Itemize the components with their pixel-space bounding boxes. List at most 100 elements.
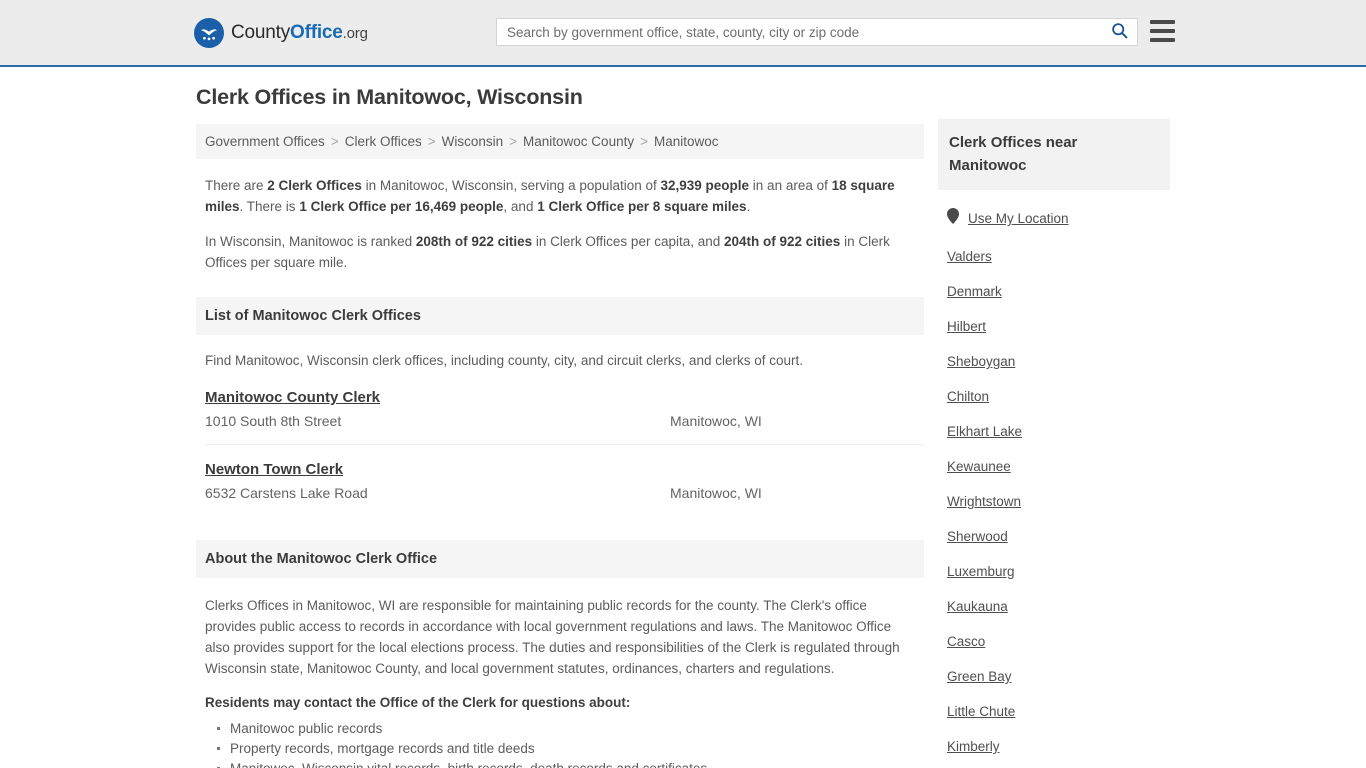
breadcrumb-item-clerk-offices[interactable]: Clerk Offices bbox=[345, 134, 422, 149]
sidebar-item-label: Green Bay bbox=[947, 669, 1012, 684]
sidebar-item-sheboygan[interactable]: Sheboygan bbox=[938, 344, 1170, 379]
intro-bold-per-area: 1 Clerk Office per 8 square miles bbox=[537, 199, 747, 214]
about-bullet-list: Manitowoc public records Property record… bbox=[205, 719, 924, 768]
sidebar-item-label: Sheboygan bbox=[947, 354, 1016, 369]
sidebar-item-label: Little Chute bbox=[947, 704, 1016, 719]
office-list: Manitowoc County Clerk 1010 South 8th St… bbox=[205, 389, 924, 516]
intro-bold-office-count: 2 Clerk Offices bbox=[267, 178, 362, 193]
table-row: Manitowoc County Clerk 1010 South 8th St… bbox=[205, 389, 924, 445]
intro-text: In Wisconsin, Manitowoc is ranked bbox=[205, 234, 416, 249]
sidebar-item-label: Elkhart Lake bbox=[947, 424, 1023, 439]
sidebar-item-chilton[interactable]: Chilton bbox=[938, 379, 1170, 414]
breadcrumb-separator: > bbox=[427, 134, 436, 149]
sidebar-item-label: Casco bbox=[947, 634, 986, 649]
sidebar-item-label: Valders bbox=[947, 249, 992, 264]
intro-text: in an area of bbox=[749, 178, 832, 193]
section-header-list: List of Manitowoc Clerk Offices bbox=[196, 297, 924, 335]
sidebar-nearby-links: Use My Location Valders Denmark Hilbert … bbox=[938, 198, 1170, 764]
intro-bold-per-people: 1 Clerk Office per 16,469 people bbox=[299, 199, 504, 214]
sidebar-item-label: Kaukauna bbox=[947, 599, 1008, 614]
site-header: CountyOffice.org bbox=[0, 0, 1366, 67]
intro-bold-population: 32,939 people bbox=[660, 178, 750, 193]
office-name-link[interactable]: Manitowoc County Clerk bbox=[205, 389, 380, 406]
about-paragraph: Clerks Offices in Manitowoc, WI are resp… bbox=[205, 598, 900, 676]
office-address: 1010 South 8th Street bbox=[205, 413, 342, 429]
breadcrumb: Government Offices > Clerk Offices > Wis… bbox=[196, 124, 924, 159]
office-name-link[interactable]: Newton Town Clerk bbox=[205, 461, 343, 478]
breadcrumb-item-manitowoc[interactable]: Manitowoc bbox=[654, 134, 719, 149]
sidebar-item-label: Hilbert bbox=[947, 319, 987, 334]
sidebar-item-label: Kewaunee bbox=[947, 459, 1011, 474]
sidebar-item-little-chute[interactable]: Little Chute bbox=[938, 694, 1170, 729]
sidebar-item-wrightstown[interactable]: Wrightstown bbox=[938, 484, 1170, 519]
about-section-body: Clerks Offices in Manitowoc, WI are resp… bbox=[205, 595, 924, 768]
office-details: 1010 South 8th Street Manitowoc, WI bbox=[205, 413, 924, 429]
search-button[interactable] bbox=[1101, 19, 1137, 45]
intro-text: , and bbox=[503, 199, 538, 214]
sidebar-item-elkhart-lake[interactable]: Elkhart Lake bbox=[938, 414, 1170, 449]
intro-text: There are bbox=[205, 178, 268, 193]
hamburger-bar bbox=[1150, 20, 1175, 24]
about-subheading: Residents may contact the Office of the … bbox=[205, 695, 631, 710]
sidebar: Clerk Offices near Manitowoc Use My Loca… bbox=[938, 119, 1170, 764]
sidebar-item-denmark[interactable]: Denmark bbox=[938, 274, 1170, 309]
intro-bold-rank-area: 204th of 922 cities bbox=[724, 234, 841, 249]
sidebar-item-label: Kimberly bbox=[947, 739, 1000, 754]
sidebar-item-sherwood[interactable]: Sherwood bbox=[938, 519, 1170, 554]
logo-office-text: Office bbox=[290, 21, 343, 43]
search-icon bbox=[1111, 22, 1128, 42]
sidebar-item-hilbert[interactable]: Hilbert bbox=[938, 309, 1170, 344]
office-city-state: Manitowoc, WI bbox=[670, 413, 762, 429]
eagle-stars-seal-icon bbox=[194, 17, 224, 48]
sidebar-item-kimberly[interactable]: Kimberly bbox=[938, 729, 1170, 764]
intro-paragraph-stats: There are 2 Clerk Offices in Manitowoc, … bbox=[205, 175, 920, 217]
sidebar-item-label: Chilton bbox=[947, 389, 990, 404]
logo-org-text: .org bbox=[342, 24, 368, 42]
intro-text: in Manitowoc, Wisconsin, serving a popul… bbox=[361, 178, 661, 193]
sidebar-item-kewaunee[interactable]: Kewaunee bbox=[938, 449, 1170, 484]
intro-text: . There is bbox=[239, 199, 300, 214]
sidebar-item-label: Wrightstown bbox=[947, 494, 1022, 509]
breadcrumb-separator: > bbox=[509, 134, 518, 149]
list-section-body: Find Manitowoc, Wisconsin clerk offices,… bbox=[205, 351, 924, 516]
breadcrumb-item-manitowoc-county[interactable]: Manitowoc County bbox=[523, 134, 634, 149]
intro-bold-rank-capita: 208th of 922 cities bbox=[415, 234, 533, 249]
office-address: 6532 Carstens Lake Road bbox=[205, 485, 368, 501]
intro-paragraph-ranking: In Wisconsin, Manitowoc is ranked 208th … bbox=[205, 231, 920, 273]
office-details: 6532 Carstens Lake Road Manitowoc, WI bbox=[205, 485, 924, 501]
sidebar-item-casco[interactable]: Casco bbox=[938, 624, 1170, 659]
intro-text: . bbox=[746, 199, 751, 214]
section-header-about: About the Manitowoc Clerk Office bbox=[196, 540, 924, 578]
logo-wordmark: CountyOffice.org bbox=[231, 22, 368, 44]
use-my-location-label: Use My Location bbox=[968, 211, 1069, 226]
intro-text: in Clerk Offices per capita, and bbox=[532, 234, 724, 249]
map-pin-icon bbox=[947, 208, 959, 229]
hamburger-menu-icon[interactable] bbox=[1150, 20, 1175, 42]
site-logo[interactable]: CountyOffice.org bbox=[194, 17, 368, 48]
list-item: Property records, mortgage records and t… bbox=[217, 739, 924, 759]
sidebar-item-use-my-location[interactable]: Use My Location bbox=[938, 198, 1170, 239]
sidebar-item-label: Sherwood bbox=[947, 529, 1008, 544]
search-input[interactable] bbox=[497, 19, 1101, 45]
sidebar-item-luxemburg[interactable]: Luxemburg bbox=[938, 554, 1170, 589]
sidebar-item-valders[interactable]: Valders bbox=[938, 239, 1170, 274]
logo-county-text: County bbox=[231, 21, 291, 43]
sidebar-item-label: Denmark bbox=[947, 284, 1002, 299]
office-city-state: Manitowoc, WI bbox=[670, 485, 762, 501]
list-item: Manitowoc, Wisconsin vital records, birt… bbox=[217, 759, 924, 768]
sidebar-heading: Clerk Offices near Manitowoc bbox=[938, 119, 1170, 190]
breadcrumb-separator: > bbox=[640, 134, 648, 149]
search-bar bbox=[496, 18, 1138, 46]
breadcrumb-item-government-offices[interactable]: Government Offices bbox=[205, 134, 325, 149]
sidebar-item-label: Luxemburg bbox=[947, 564, 1015, 579]
sidebar-item-green-bay[interactable]: Green Bay bbox=[938, 659, 1170, 694]
hamburger-bar bbox=[1150, 38, 1175, 42]
breadcrumb-item-wisconsin[interactable]: Wisconsin bbox=[442, 134, 504, 149]
list-section-intro: Find Manitowoc, Wisconsin clerk offices,… bbox=[205, 353, 803, 368]
table-row: Newton Town Clerk 6532 Carstens Lake Roa… bbox=[205, 461, 924, 516]
list-item: Manitowoc public records bbox=[217, 719, 924, 739]
main-content: Clerk Offices in Manitowoc, Wisconsin Go… bbox=[196, 85, 924, 768]
sidebar-item-kaukauna[interactable]: Kaukauna bbox=[938, 589, 1170, 624]
breadcrumb-separator: > bbox=[330, 134, 339, 149]
page-title: Clerk Offices in Manitowoc, Wisconsin bbox=[196, 85, 583, 109]
